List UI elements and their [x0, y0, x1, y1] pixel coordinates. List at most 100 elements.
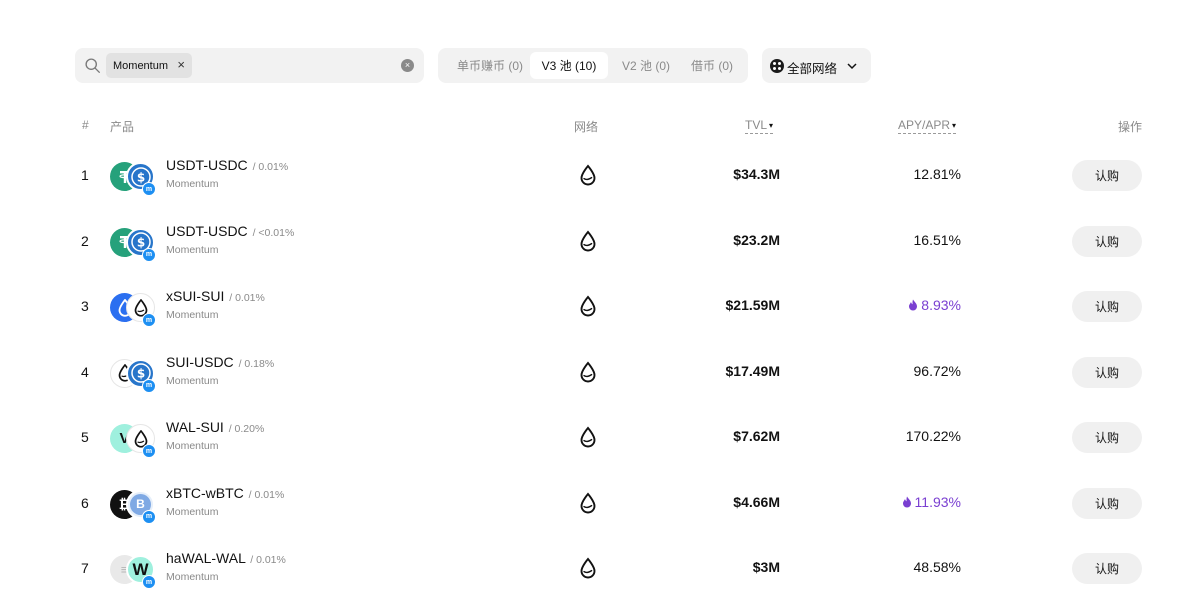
apy-value: 12.81% — [914, 166, 961, 182]
tvl-value: $4.66M — [733, 493, 780, 510]
col-header-apy[interactable]: APY/APR ▾ — [898, 118, 957, 134]
row-rank: 1 — [81, 167, 89, 183]
col-header-network: 网络 — [574, 120, 599, 134]
pair-icons: $ m — [110, 355, 158, 395]
pair-icons: V m — [110, 420, 158, 460]
momentum-protocol-icon: m — [142, 378, 156, 393]
momentum-protocol-icon: m — [142, 313, 156, 327]
col-header-tvl[interactable]: TVL ▾ — [745, 118, 774, 134]
protocol-name: Momentum — [166, 440, 219, 452]
chip-remove-icon[interactable]: × — [177, 57, 185, 72]
tvl-value: $3M — [752, 559, 780, 575]
sui-network-icon — [580, 230, 596, 251]
tvl-value: $21.59M — [725, 297, 780, 313]
sui-network-icon — [580, 492, 596, 513]
pair-name[interactable]: xBTC-wBTC / 0.01% — [166, 485, 284, 501]
pair-symbol: haWAL-WAL — [166, 550, 246, 566]
apy-value: 16.51% — [914, 232, 961, 248]
pair-icons: $ m — [110, 224, 158, 264]
momentum-protocol-icon: m — [142, 444, 156, 458]
table-row[interactable]: 6 ₿ B m xBTC-wBTC / 0.01% Momentum $4.66… — [0, 473, 1200, 539]
protocol-name: Momentum — [166, 309, 219, 321]
apy-header-label: APY/APR — [898, 118, 951, 132]
fee-tier: / 0.01% — [252, 161, 289, 173]
apy-value: 8.93% — [908, 297, 961, 313]
sui-network-icon — [580, 164, 596, 186]
col-header-action: 操作 — [1118, 120, 1143, 134]
sui-network-icon — [580, 361, 596, 382]
tab-v3-pool[interactable]: V3 池 (10) — [530, 52, 608, 79]
momentum-protocol-icon: m — [142, 182, 156, 196]
chevron-down-icon — [847, 63, 857, 70]
apy-value: 48.58% — [914, 559, 961, 575]
subscribe-button[interactable]: 认购 — [1072, 225, 1142, 257]
sui-network-icon — [580, 426, 596, 448]
pair-name[interactable]: xSUI-SUI / 0.01% — [166, 288, 265, 304]
table-row[interactable]: 5 V m WAL-SUI / 0.20% Momentum $7.62M 17… — [0, 407, 1200, 473]
subscribe-button[interactable]: 认购 — [1072, 422, 1142, 453]
row-rank: 7 — [81, 560, 89, 576]
apy-number: 96.72% — [913, 362, 961, 379]
tvl-header-label: TVL — [745, 118, 768, 132]
apy-number: 16.51% — [913, 231, 961, 248]
tab-v2-pool[interactable]: V2 池 (0) — [612, 52, 680, 79]
subscribe-button[interactable]: 认购 — [1072, 356, 1142, 388]
pair-symbol: USDT-USDC — [166, 157, 248, 173]
tvl-value: $17.49M — [725, 362, 780, 379]
protocol-name: Momentum — [166, 178, 219, 190]
apy-value: 96.72% — [914, 363, 961, 379]
fee-tier: / 0.01% — [248, 488, 285, 501]
grid-dots-icon — [770, 59, 784, 73]
row-rank: 3 — [81, 298, 89, 314]
table-row[interactable]: 7 ≡ W m haWAL-WAL / 0.01% Momentum $3M 4… — [0, 538, 1200, 595]
pair-name[interactable]: SUI-USDC / 0.18% — [166, 354, 274, 370]
pair-name[interactable]: USDT-USDC / 0.01% — [166, 157, 288, 173]
protocol-name: Momentum — [166, 505, 219, 518]
svg-text:$: $ — [136, 170, 144, 184]
pair-symbol: SUI-USDC — [166, 353, 234, 370]
pool-type-tabs: 单币赚币 (0) V3 池 (10) V2 池 (0) 借币 (0) — [438, 48, 748, 83]
subscribe-button[interactable]: 认购 — [1072, 487, 1142, 519]
subscribe-button[interactable]: 认购 — [1072, 553, 1142, 584]
apy-value: 11.93% — [902, 494, 961, 510]
protocol-name: Momentum — [166, 571, 219, 583]
tab-borrow[interactable]: 借币 (0) — [683, 52, 741, 79]
pair-symbol: xBTC-wBTC — [166, 484, 244, 501]
network-filter-label: 全部网络 — [787, 62, 838, 76]
row-rank: 2 — [81, 232, 89, 249]
search-icon — [85, 58, 100, 73]
pair-icons: $ m — [110, 158, 158, 198]
clear-search-icon[interactable]: × — [401, 59, 414, 72]
subscribe-button[interactable]: 认购 — [1072, 160, 1142, 191]
subscribe-button[interactable]: 认购 — [1072, 291, 1142, 322]
pair-name[interactable]: WAL-SUI / 0.20% — [166, 419, 264, 435]
col-header-rank: # — [82, 118, 89, 132]
apy-number: 12.81% — [913, 166, 961, 182]
protocol-name: Momentum — [166, 243, 219, 256]
network-filter-dropdown[interactable]: 全部网络 — [762, 48, 871, 83]
row-rank: 6 — [81, 494, 89, 511]
table-row[interactable]: 4 $ m SUI-USDC / 0.18% Momentum $17.49M … — [0, 342, 1200, 408]
svg-text:$: $ — [136, 367, 144, 381]
row-rank: 4 — [81, 363, 89, 380]
pair-name[interactable]: USDT-USDC / <0.01% — [166, 223, 294, 239]
pair-icons: ₿ B m — [110, 486, 158, 526]
svg-text:$: $ — [136, 236, 144, 250]
fee-tier: / 0.18% — [238, 357, 275, 370]
fee-tier: / 0.20% — [228, 423, 265, 435]
row-rank: 5 — [81, 429, 89, 445]
tvl-value: $23.2M — [733, 231, 780, 248]
sui-network-icon — [580, 557, 596, 579]
pair-name[interactable]: haWAL-WAL / 0.01% — [166, 550, 286, 566]
fee-tier: / <0.01% — [252, 226, 295, 239]
pair-symbol: WAL-SUI — [166, 419, 224, 435]
flame-icon — [908, 299, 918, 313]
table-row[interactable]: 1 $ m USDT-USDC / 0.01% Momentum $34.3M … — [0, 145, 1200, 211]
apy-number: 11.93% — [914, 493, 961, 510]
table-row[interactable]: 2 $ m USDT-USDC / <0.01% Momentum $23.2M… — [0, 211, 1200, 277]
pair-icons: m — [110, 289, 158, 329]
tab-single-coin[interactable]: 单币赚币 (0) — [447, 52, 533, 79]
chip-label: Momentum — [113, 59, 169, 72]
momentum-protocol-icon: m — [142, 575, 156, 589]
table-row[interactable]: 3 m xSUI-SUI / 0.01% Momentum $21.59M 8.… — [0, 276, 1200, 342]
